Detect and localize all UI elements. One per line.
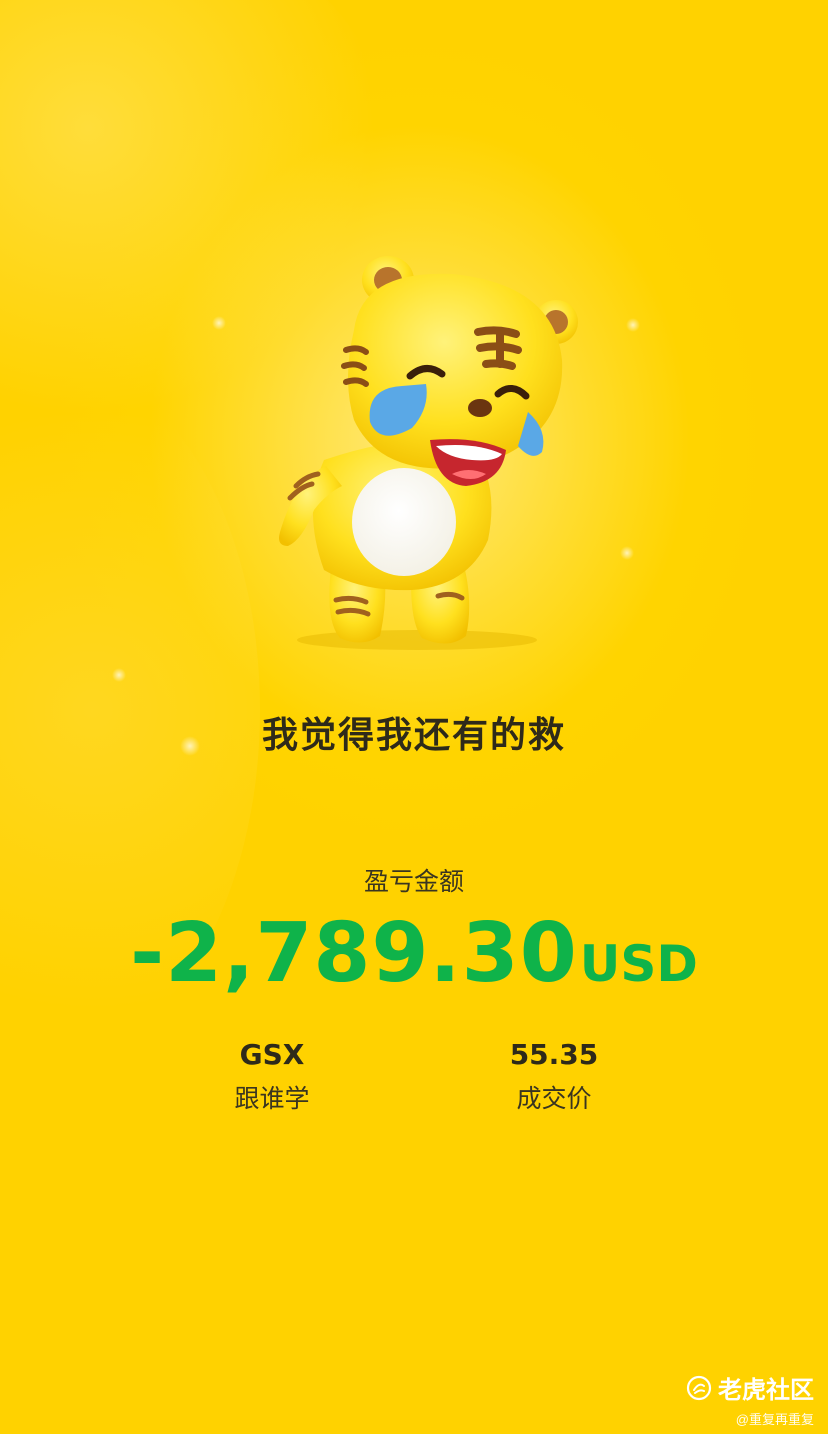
stock-name: 跟谁学 bbox=[234, 1085, 310, 1113]
sparkle-icon bbox=[112, 668, 126, 682]
pnl-currency: USD bbox=[579, 935, 698, 993]
crying-tiger-mascot-icon bbox=[279, 256, 578, 650]
price-info: 55.35 成交价 bbox=[454, 1038, 654, 1115]
watermark-brand-text: 老虎社区 bbox=[718, 1377, 814, 1404]
price-label: 成交价 bbox=[516, 1085, 592, 1113]
sparkle-icon bbox=[620, 546, 634, 560]
stock-symbol: GSX bbox=[239, 1038, 305, 1071]
watermark-user: @重复再重复 bbox=[735, 1412, 814, 1427]
pnl-share-screen: 我觉得我还有的救 盈亏金额 -2,789.30USD GSX 跟谁学 55.35… bbox=[0, 0, 828, 1434]
watermark-brand: 老虎社区 bbox=[686, 1370, 814, 1405]
sparkle-icon bbox=[626, 318, 640, 332]
stock-info: GSX 跟谁学 bbox=[172, 1038, 372, 1115]
tiger-community-logo-icon bbox=[686, 1375, 712, 1400]
sparkle-icon bbox=[212, 316, 226, 330]
pnl-label: 盈亏金额 bbox=[363, 868, 464, 896]
pnl-amount-value: -2,789.30 bbox=[130, 906, 578, 1001]
watermark: 老虎社区 @重复再重复 bbox=[686, 1370, 814, 1428]
price-value: 55.35 bbox=[509, 1038, 599, 1071]
caption-text: 我觉得我还有的救 bbox=[261, 714, 566, 755]
pnl-amount: -2,789.30USD bbox=[0, 906, 828, 1001]
